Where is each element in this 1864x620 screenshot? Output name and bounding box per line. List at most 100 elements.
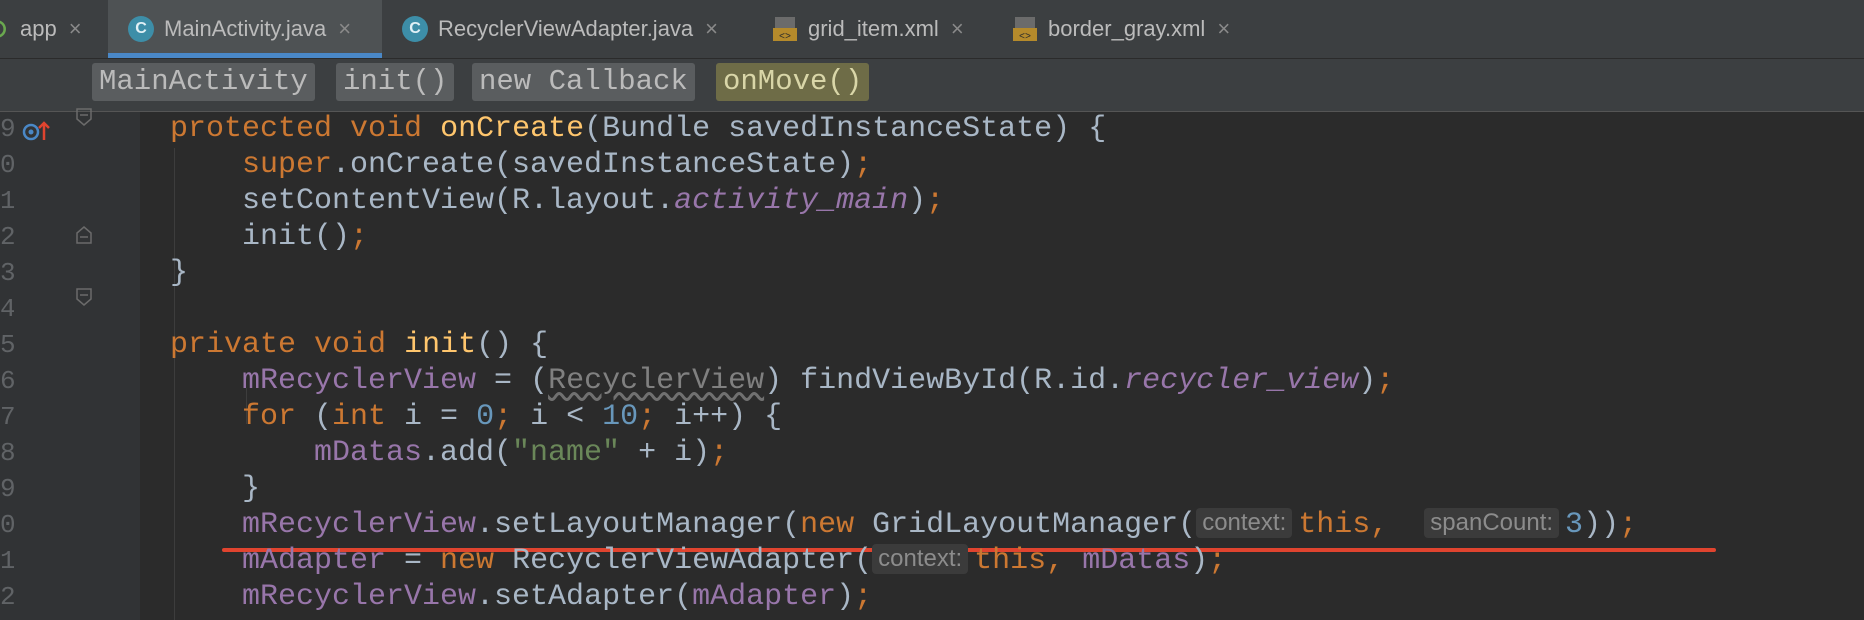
keyword: super bbox=[242, 148, 333, 182]
class-icon: C bbox=[128, 16, 154, 42]
keyword: int bbox=[332, 400, 387, 434]
line-number: 9 bbox=[0, 474, 14, 504]
breadcrumb-mainactivity[interactable]: MainActivity bbox=[92, 63, 315, 101]
static-field: activity_main bbox=[674, 184, 909, 218]
semicolon: ; bbox=[638, 400, 657, 434]
code-text: .setAdapter( bbox=[476, 580, 693, 614]
code-text: ) findViewById(R.id. bbox=[764, 364, 1125, 398]
breadcrumb-new-callback[interactable]: new Callback bbox=[472, 63, 695, 101]
code-line: private void init() { bbox=[170, 328, 548, 362]
string-literal: "name" bbox=[512, 436, 621, 470]
field-name: mRecyclerView bbox=[242, 508, 477, 542]
field-name: mRecyclerView bbox=[242, 364, 477, 398]
semicolon: ; bbox=[1619, 508, 1638, 542]
tab-app[interactable]: app × bbox=[0, 0, 92, 58]
code-text: + i) bbox=[620, 436, 711, 470]
android-module-icon bbox=[0, 20, 6, 38]
keyword: private bbox=[170, 328, 297, 362]
code-line: mRecyclerView.setAdapter(mAdapter); bbox=[242, 580, 872, 614]
code-text: ) bbox=[1358, 364, 1377, 398]
keyword: void bbox=[314, 328, 387, 362]
override-method-icon[interactable] bbox=[22, 120, 52, 142]
comma: , bbox=[1046, 544, 1065, 578]
code-text: = bbox=[386, 544, 441, 578]
close-icon[interactable]: × bbox=[69, 16, 82, 42]
class-icon: C bbox=[402, 16, 428, 42]
field-name: mDatas bbox=[314, 436, 423, 470]
number-literal: 3 bbox=[1565, 508, 1584, 542]
line-number: 2 bbox=[0, 582, 14, 612]
parameter-hint: spanCount: bbox=[1424, 508, 1560, 538]
code-line: super.onCreate(savedInstanceState); bbox=[242, 148, 872, 182]
tab-recyclerviewadapter[interactable]: C RecyclerViewAdapter.java × bbox=[402, 0, 742, 58]
editor-tab-bar: app × C MainActivity.java × C RecyclerVi… bbox=[0, 0, 1864, 59]
code-text: (Bundle savedInstanceState) { bbox=[584, 112, 1107, 146]
xml-file-icon: <> bbox=[773, 17, 797, 42]
keyword: this bbox=[1298, 508, 1371, 542]
tab-label: app bbox=[20, 16, 57, 41]
code-text: } bbox=[242, 472, 261, 506]
tab-mainactivity[interactable]: C MainActivity.java × bbox=[108, 0, 382, 58]
code-text: .add( bbox=[422, 436, 513, 470]
code-line: protected void onCreate(Bundle savedInst… bbox=[170, 112, 1106, 146]
tab-border-gray-xml[interactable]: <> border_gray.xml × bbox=[1012, 0, 1272, 58]
line-number: 1 bbox=[0, 186, 14, 216]
fold-end-icon[interactable] bbox=[76, 226, 92, 244]
code-editor[interactable]: 9 0 1 2 3 4 5 6 7 8 9 0 1 2 protected vo… bbox=[0, 108, 1864, 620]
keyword: this bbox=[974, 544, 1047, 578]
breadcrumb-onmove[interactable]: onMove() bbox=[716, 63, 870, 101]
close-icon[interactable]: × bbox=[951, 16, 964, 42]
code-text: i = bbox=[386, 400, 477, 434]
code-text: ( bbox=[296, 400, 333, 434]
fold-start-icon[interactable] bbox=[76, 288, 92, 306]
code-text: GridLayoutManager( bbox=[854, 508, 1197, 542]
line-number: 7 bbox=[0, 402, 14, 432]
comma: , bbox=[1370, 508, 1389, 542]
semicolon: ; bbox=[710, 436, 729, 470]
editor-gutter: 9 0 1 2 3 4 5 6 7 8 9 0 1 2 bbox=[0, 108, 140, 620]
code-text: ) bbox=[1190, 544, 1209, 578]
code-text: ) bbox=[908, 184, 927, 218]
xml-file-icon: <> bbox=[1013, 17, 1037, 42]
method-name: init bbox=[404, 328, 477, 362]
close-icon[interactable]: × bbox=[338, 16, 351, 42]
field-name: mDatas bbox=[1082, 544, 1191, 578]
code-line: init(); bbox=[242, 220, 368, 254]
line-number: 8 bbox=[0, 438, 14, 468]
svg-text:<>: <> bbox=[1019, 32, 1031, 42]
code-text: )) bbox=[1583, 508, 1620, 542]
fold-start-icon[interactable] bbox=[76, 108, 92, 126]
code-text: RecyclerViewAdapter( bbox=[494, 544, 873, 578]
static-field: recycler_view bbox=[1124, 364, 1359, 398]
code-line: for (int i = 0; i < 10; i++) { bbox=[242, 400, 782, 434]
code-text: setContentView(R.layout. bbox=[242, 184, 675, 218]
code-text: init() bbox=[242, 220, 351, 254]
code-line: mRecyclerView = (RecyclerView) findViewB… bbox=[242, 364, 1394, 398]
indent-guide bbox=[174, 148, 175, 620]
keyword: new bbox=[440, 544, 495, 578]
code-text: i < bbox=[512, 400, 603, 434]
field-name: mAdapter bbox=[242, 544, 387, 578]
tab-grid-item-xml[interactable]: <> grid_item.xml × bbox=[772, 0, 992, 58]
code-line: mRecyclerView.setLayoutManager(new GridL… bbox=[242, 508, 1637, 542]
code-line: } bbox=[170, 256, 188, 290]
keyword: for bbox=[242, 400, 297, 434]
semicolon: ; bbox=[854, 148, 873, 182]
code-text: () { bbox=[476, 328, 549, 362]
code-text: i++) { bbox=[656, 400, 783, 434]
close-icon[interactable]: × bbox=[1217, 16, 1230, 42]
line-number: 3 bbox=[0, 258, 14, 288]
keyword: protected bbox=[170, 112, 333, 146]
breadcrumb: MainActivity init() new Callback onMove(… bbox=[0, 59, 1864, 112]
semicolon: ; bbox=[854, 580, 873, 614]
breadcrumb-init[interactable]: init() bbox=[336, 63, 455, 101]
line-number: 9 bbox=[0, 114, 14, 144]
close-icon[interactable]: × bbox=[705, 16, 718, 42]
field-name: mRecyclerView bbox=[242, 580, 477, 614]
semicolon: ; bbox=[926, 184, 945, 218]
redundant-cast: RecyclerView bbox=[548, 364, 765, 398]
semicolon: ; bbox=[1376, 364, 1395, 398]
tab-label: MainActivity.java bbox=[164, 16, 327, 41]
semicolon: ; bbox=[494, 400, 513, 434]
line-number: 2 bbox=[0, 222, 14, 252]
